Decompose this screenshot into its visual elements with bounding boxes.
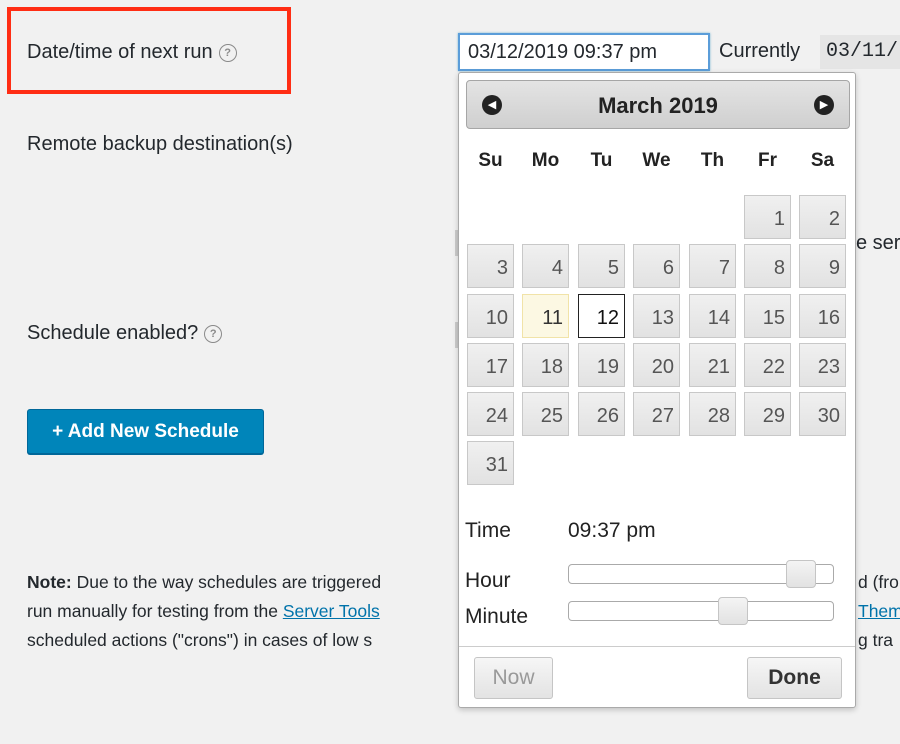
add-new-schedule-button[interactable]: + Add New Schedule (27, 409, 264, 454)
calendar-day[interactable]: 30 (799, 392, 846, 436)
calendar-day[interactable]: 26 (578, 392, 625, 436)
next-run-label-row: Date/time of next run? (27, 41, 237, 64)
calendar-day[interactable]: 25 (522, 392, 569, 436)
weekday-header: Su (478, 150, 503, 171)
note-text-1: Due to the way schedules are triggered (71, 572, 382, 592)
calendar-day[interactable]: 22 (744, 343, 791, 387)
calendar-day[interactable]: 23 (799, 343, 846, 387)
calendar-day[interactable]: 5 (578, 244, 625, 288)
weekday-header: Fr (758, 150, 777, 171)
calendar-day[interactable]: 17 (467, 343, 514, 387)
calendar-day[interactable]: 12 (578, 294, 625, 338)
time-value: 09:37 pm (568, 519, 656, 542)
note-label: Note: (27, 572, 72, 592)
help-icon[interactable]: ? (204, 325, 223, 343)
calendar-day[interactable]: 24 (467, 392, 514, 436)
hour-slider-handle[interactable] (786, 560, 817, 588)
calendar-day[interactable]: 20 (633, 343, 680, 387)
time-label: Time (465, 519, 511, 542)
datepicker-popup: ◀ March 2019 ▶ Su Mo Tu We Th Fr Sa 1234567891… (458, 72, 856, 708)
weekday-header: Mo (531, 150, 560, 171)
datepicker-header: ◀ March 2019 ▶ (466, 80, 850, 129)
next-run-datetime-input[interactable]: 03/12/2019 09:37 pm (458, 33, 710, 71)
calendar-day[interactable]: 11 (522, 294, 569, 338)
datepicker-divider (459, 646, 855, 647)
weekday-header: Sa (810, 150, 835, 171)
calendar-day[interactable]: 10 (467, 294, 514, 338)
help-icon[interactable]: ? (218, 44, 237, 62)
now-button[interactable]: Now (474, 657, 553, 699)
note-text-2: run manually for testing from the (27, 601, 283, 621)
note-text-3: scheduled actions ("crons") in cases of … (27, 630, 373, 650)
calendar-day[interactable]: 1 (744, 195, 791, 239)
calendar-day[interactable]: 7 (689, 244, 736, 288)
schedule-enabled-label-row: Schedule enabled?? (27, 322, 223, 345)
remote-destination-label: Remote backup destination(s) (27, 133, 293, 155)
partial-text: d (fro (858, 572, 899, 592)
weekday-header: We (642, 150, 671, 171)
calendar-day[interactable]: 2 (799, 195, 846, 239)
calendar-day[interactable]: 31 (467, 441, 514, 485)
partial-link[interactable]: Them (858, 601, 900, 622)
calendar-day[interactable]: 28 (689, 392, 736, 436)
weekday-header: Tu (590, 150, 613, 171)
calendar-day[interactable]: 29 (744, 392, 791, 436)
calendar-day[interactable]: 15 (744, 294, 791, 338)
calendar-day[interactable]: 4 (522, 244, 569, 288)
calendar-day[interactable]: 14 (689, 294, 736, 338)
calendar-day[interactable]: 13 (633, 294, 680, 338)
calendar-day[interactable]: 9 (799, 244, 846, 288)
currently-label: Currently (719, 40, 801, 62)
calendar-day[interactable]: 3 (467, 244, 514, 288)
minute-label: Minute (465, 605, 529, 628)
hour-slider[interactable] (568, 560, 834, 588)
schedule-enabled-label: Schedule enabled? (27, 322, 199, 344)
partial-text: g tra (858, 630, 894, 650)
next-run-label: Date/time of next run (27, 41, 213, 63)
note-line-1: Note: Due to the way schedules are trigg… (27, 572, 381, 593)
month-title: March 2019 (598, 93, 718, 118)
currently-value: 03/11/ (820, 35, 900, 69)
next-month-icon[interactable]: ▶ (814, 95, 834, 115)
calendar-day[interactable]: 21 (689, 343, 736, 387)
note-line-2: run manually for testing from the Server… (27, 601, 380, 622)
hour-label: Hour (465, 569, 511, 592)
minute-slider[interactable] (568, 597, 834, 625)
calendar-day[interactable]: 8 (744, 244, 791, 288)
calendar-day[interactable]: 16 (799, 294, 846, 338)
calendar-day[interactable]: 6 (633, 244, 680, 288)
calendar-day[interactable]: 27 (633, 392, 680, 436)
done-button[interactable]: Done (747, 657, 842, 699)
calendar-day[interactable]: 19 (578, 343, 625, 387)
minute-slider-handle[interactable] (717, 597, 748, 625)
weekday-header: Th (700, 150, 725, 171)
calendar-day[interactable]: 18 (522, 343, 569, 387)
server-tools-link[interactable]: Server Tools (283, 601, 380, 621)
partial-text: e ser (856, 232, 900, 254)
